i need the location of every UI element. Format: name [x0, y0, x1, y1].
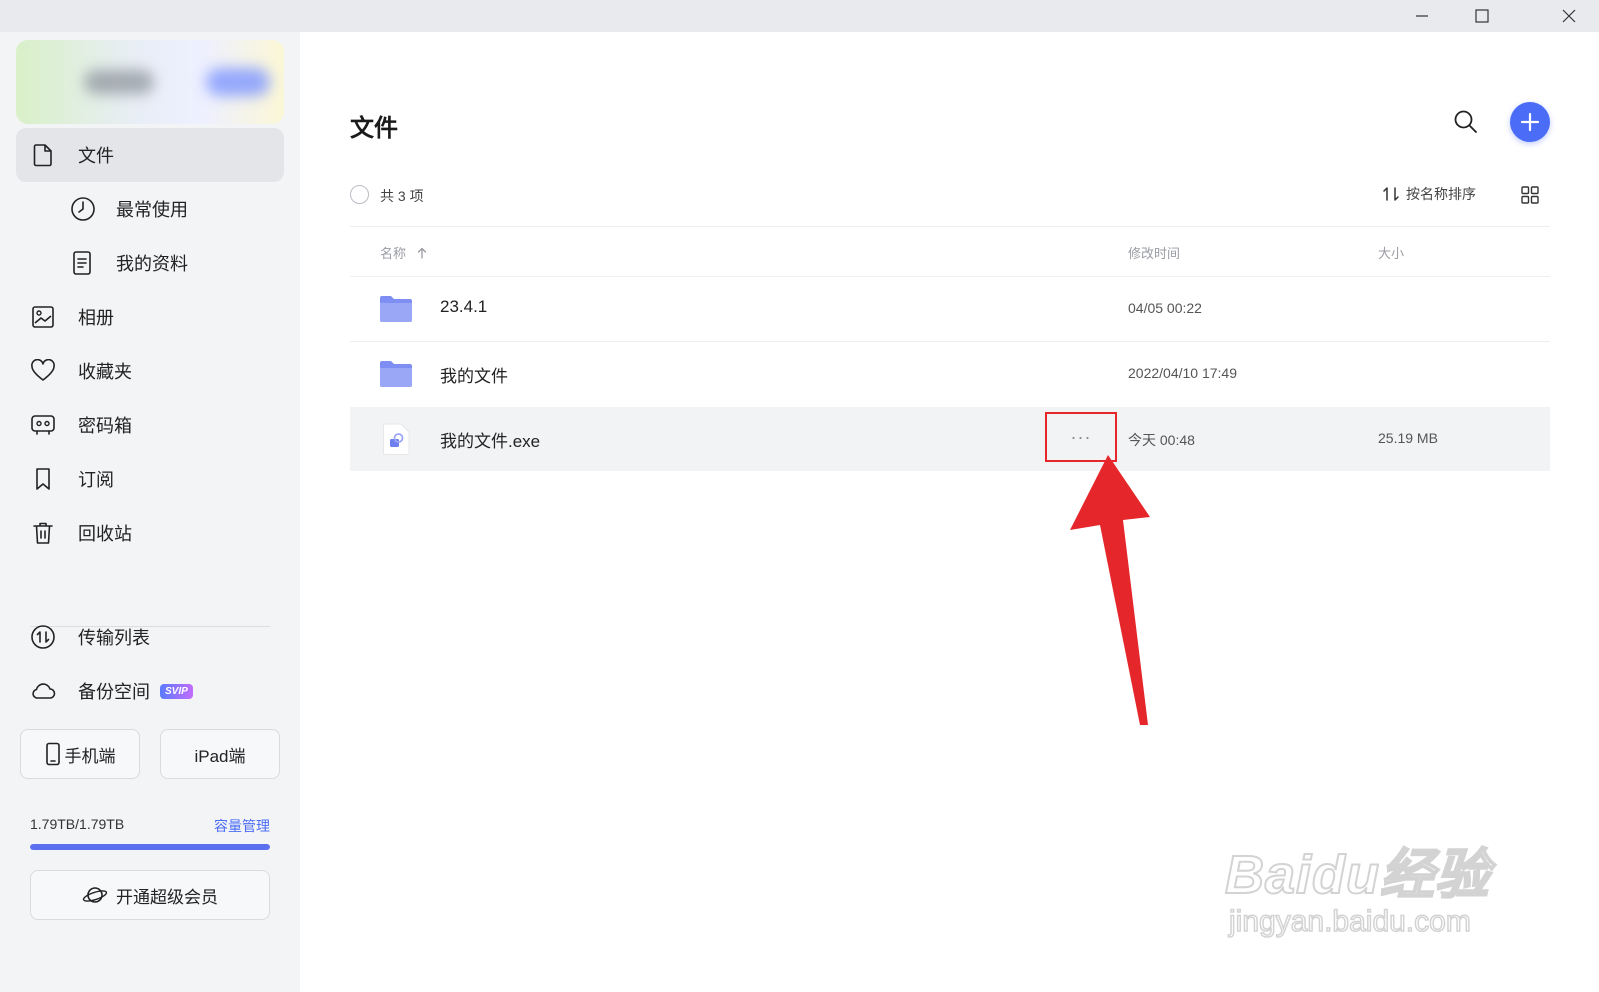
planet-icon: [82, 887, 108, 903]
sidebar-item-label: 最常使用: [116, 200, 188, 220]
file-row[interactable]: 我的文件.exe 今天 00:48 25.19 MB: [350, 407, 1550, 471]
upgrade-vip-button[interactable]: 开通超级会员: [30, 870, 270, 920]
folder-icon: [380, 361, 412, 387]
page-title: 文件: [350, 115, 398, 142]
search-button[interactable]: [1452, 108, 1480, 136]
baidu-watermark: Baidu经验 jingyan.baidu.com: [1224, 830, 1491, 939]
sidebar-item-label: 订阅: [78, 470, 114, 490]
file-name: 我的文件.exe: [440, 432, 541, 451]
title-bar: [0, 0, 1599, 32]
file-icon: [30, 142, 56, 168]
phone-client-label: 手机端: [64, 746, 116, 766]
minimize-button[interactable]: [1392, 0, 1452, 32]
sidebar-item-album[interactable]: 相册: [16, 290, 284, 344]
blurred-username: [84, 70, 154, 94]
folder-icon: [380, 296, 412, 322]
sidebar-item-label: 文件: [78, 146, 114, 166]
search-icon: [1454, 110, 1477, 133]
cloud-icon: [30, 678, 56, 704]
close-button[interactable]: [1539, 0, 1599, 32]
sidebar-item-transfer-list[interactable]: 传输列表: [16, 610, 284, 664]
sidebar-item-label: 备份空间: [78, 682, 150, 702]
sort-label: 按名称排序: [1406, 186, 1476, 202]
file-size: 25.19 MB: [1378, 430, 1438, 446]
column-header-modified[interactable]: 修改时间: [1128, 243, 1180, 262]
transfer-icon: [30, 624, 56, 650]
svip-badge: SVIP: [160, 683, 193, 699]
storage-progress-fill: [30, 844, 270, 850]
maximize-icon: [1475, 9, 1489, 23]
grid-view-button[interactable]: [1520, 185, 1540, 205]
file-modified: 今天 00:48: [1128, 432, 1195, 448]
file-modified: 2022/04/10 17:49: [1128, 365, 1237, 381]
file-name: 我的文件: [440, 367, 508, 386]
trash-icon: [30, 520, 56, 546]
file-name: 23.4.1: [440, 297, 488, 316]
sidebar-item-label: 密码箱: [78, 416, 132, 436]
item-count: 共 3 项: [380, 188, 424, 204]
sidebar-item-backup-space[interactable]: 备份空间 SVIP: [16, 664, 284, 718]
sidebar-item-label: 相册: [78, 308, 114, 328]
sort-ascending-icon: [417, 247, 427, 259]
storage-progress-bar: [30, 844, 270, 850]
blurred-vip-badge: [206, 68, 270, 96]
close-icon: [1562, 9, 1576, 23]
minimize-icon: [1416, 15, 1428, 17]
sidebar-item-label: 我的资料: [116, 254, 188, 274]
sidebar-item-subscriptions[interactable]: 订阅: [16, 452, 284, 506]
column-header-name[interactable]: 名称: [380, 243, 428, 262]
document-icon: [70, 250, 96, 276]
maximize-button[interactable]: [1452, 0, 1512, 32]
ipad-client-label: iPad端: [194, 746, 246, 766]
sidebar: 文件 最常使用 我的资料 相册 收藏夹 密码箱 订阅 回收站 传输列表 备份空间…: [0, 32, 300, 992]
safe-icon: [30, 412, 56, 438]
bookmark-icon: [30, 466, 56, 492]
sidebar-item-safe-box[interactable]: 密码箱: [16, 398, 284, 452]
user-profile-card[interactable]: [16, 40, 284, 124]
file-modified: 04/05 00:22: [1128, 300, 1202, 316]
column-header-size[interactable]: 大小: [1378, 243, 1404, 262]
watermark-logo: Baidu经验: [1224, 844, 1491, 906]
annotation-arrow: [1070, 455, 1150, 725]
upgrade-vip-label: 开通超级会员: [116, 887, 218, 907]
photo-icon: [30, 304, 56, 330]
file-row[interactable]: 我的文件 2022/04/10 17:49: [350, 342, 1550, 406]
file-row[interactable]: 23.4.1 04/05 00:22: [350, 277, 1550, 341]
heart-icon: [30, 358, 56, 384]
ipad-client-button[interactable]: iPad端: [160, 729, 280, 779]
sort-icon: [1383, 187, 1399, 201]
sidebar-item-label: 传输列表: [78, 628, 150, 648]
sidebar-item-label: 回收站: [78, 524, 132, 544]
capacity-management-link[interactable]: 容量管理: [214, 816, 270, 836]
clock-icon: [70, 196, 96, 222]
sidebar-item-my-documents[interactable]: 我的资料: [16, 236, 284, 290]
phone-icon: [45, 742, 60, 766]
storage-usage-text: 1.79TB/1.79TB: [30, 816, 125, 832]
sidebar-item-label: 收藏夹: [78, 362, 132, 382]
add-button[interactable]: [1510, 102, 1550, 142]
sidebar-item-recycle-bin[interactable]: 回收站: [16, 506, 284, 560]
sort-button[interactable]: 按名称排序: [1382, 184, 1476, 204]
column-header-name-label: 名称: [380, 246, 407, 261]
watermark-url: jingyan.baidu.com: [1228, 904, 1471, 939]
toolbar-divider: [350, 226, 1550, 227]
sidebar-item-files[interactable]: 文件: [16, 128, 284, 182]
sidebar-item-favorites[interactable]: 收藏夹: [16, 344, 284, 398]
more-icon: ···: [1070, 426, 1092, 447]
select-all-checkbox[interactable]: [350, 185, 369, 204]
phone-client-button[interactable]: 手机端: [20, 729, 140, 779]
grid-icon: [1521, 186, 1539, 204]
plus-icon: [1520, 112, 1540, 132]
sidebar-item-recent[interactable]: 最常使用: [16, 182, 284, 236]
exe-file-icon: [383, 423, 410, 455]
